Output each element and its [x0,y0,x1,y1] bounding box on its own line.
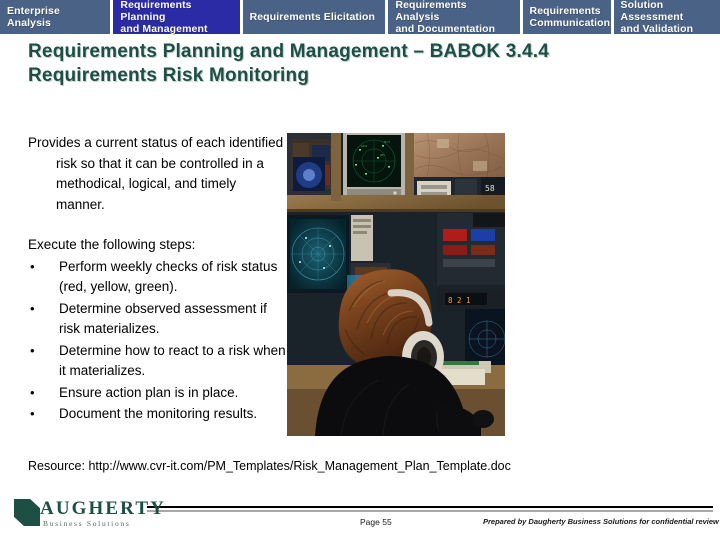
logo-tagline: Business Solutions [43,519,131,528]
svg-text:AZ12: AZ12 [361,144,368,148]
svg-text:DL77: DL77 [384,140,391,144]
logo-wordmark: AUGHERTY [40,498,166,519]
list-item-label: Perform weekly checks of risk status (re… [59,258,278,295]
list-item: • Ensure action plan is in place. [28,383,286,404]
process-tabstrip: Enterprise Analysis Requirements Plannin… [0,0,720,35]
slide-title: Requirements Planning and Management – B… [28,40,688,88]
page-number: Page 55 [360,517,392,527]
list-item: • Determine how to react to a risk when … [28,341,286,382]
slide-title-line-2: Requirements Risk Monitoring [28,65,310,86]
list-item-label: Determine how to react to a risk when it… [59,342,286,379]
steps-list: • Perform weekly checks of risk status (… [28,257,286,425]
footer-rule-light [147,510,713,512]
tab-solution-assessment-and-validation[interactable]: Solution Assessment and Validation [613,0,720,35]
daugherty-logo: D AUGHERTY Business Solutions [14,496,164,532]
bullet-icon: • [30,342,35,358]
list-item: • Determine observed assessment if risk … [28,299,286,340]
tab-requirements-elicitation[interactable]: Requirements Elicitation [242,0,386,34]
logo-initial: D [17,496,37,526]
list-item-label: Document the monitoring results. [59,406,258,421]
list-item-label: Ensure action plan is in place. [59,384,239,400]
intro-paragraph: Provides a current status of each identi… [28,135,284,212]
tab-requirements-communication[interactable]: Requirements Communication [522,0,611,34]
steps-lead: Execute the following steps: [28,237,196,252]
list-item: • Perform weekly checks of risk status (… [28,257,286,298]
footer-divider [147,506,713,512]
air-traffic-controller-photo: AZ12 DL77 UA5 58 8 2 1 [287,133,505,436]
list-item: • Document the monitoring results. [28,404,286,425]
footer-rule-dark [147,506,713,508]
bullet-icon: • [30,384,35,400]
confidentiality-note: Prepared by Daugherty Business Solutions… [483,517,719,526]
bullet-icon: • [30,258,35,274]
svg-text:58: 58 [485,184,495,193]
svg-text:8 2 1: 8 2 1 [448,296,471,305]
tab-requirements-analysis-and-documentation[interactable]: Requirements Analysis and Documentation [388,0,520,35]
tab-requirements-planning-and-management[interactable]: Requirements Planning and Management [113,0,240,35]
svg-text:UA5: UA5 [380,153,385,157]
list-item-label: Determine observed assessment if risk ma… [59,300,267,337]
resource-link[interactable]: Resource: http://www.cvr-it.com/PM_Templ… [28,459,511,473]
slide-title-line-1: Requirements Planning and Management – B… [28,41,549,62]
bullet-icon: • [30,300,35,316]
slide-body: Provides a current status of each identi… [28,133,286,426]
tab-enterprise-analysis[interactable]: Enterprise Analysis [0,0,111,34]
bullet-icon: • [30,406,35,421]
